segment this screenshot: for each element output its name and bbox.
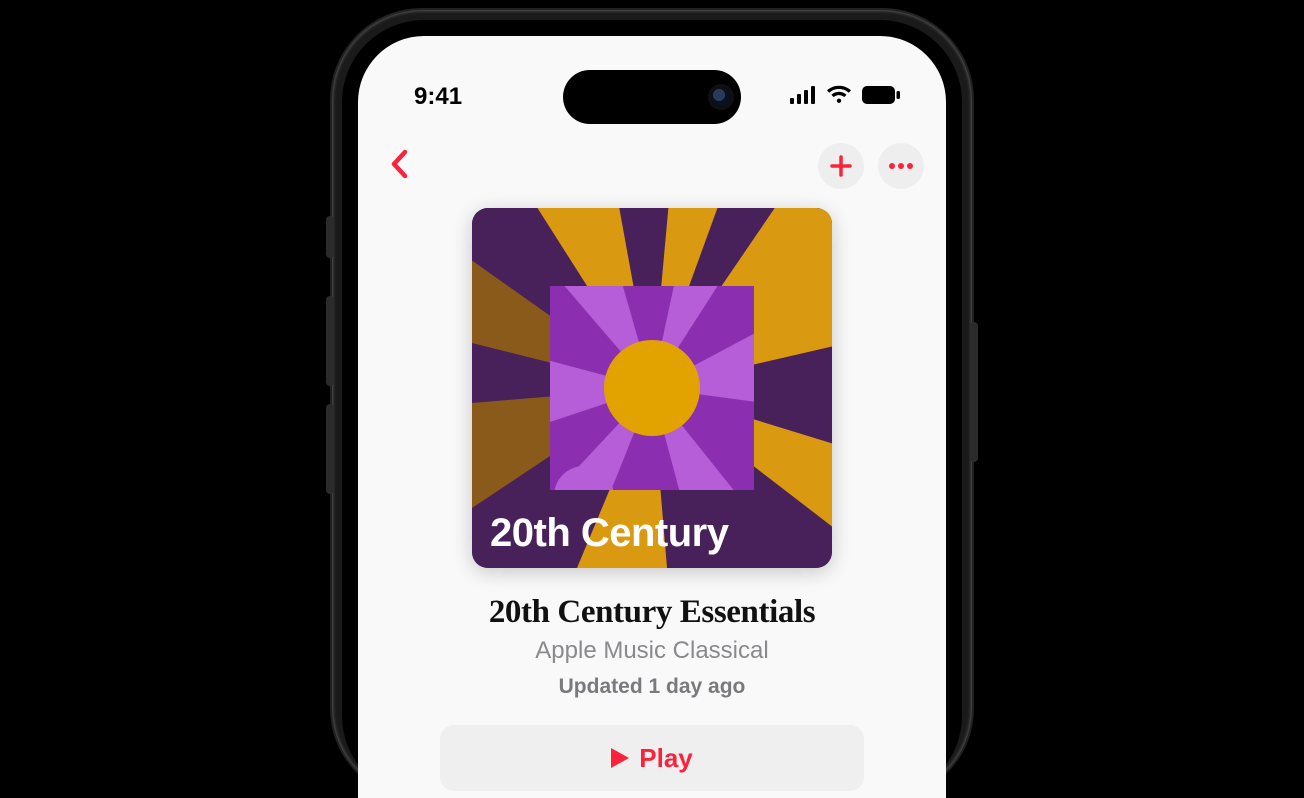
playlist-curator[interactable]: Apple Music Classical	[535, 637, 768, 665]
more-button[interactable]	[878, 143, 924, 189]
add-button[interactable]	[818, 143, 864, 189]
wifi-icon	[826, 83, 852, 111]
side-button	[970, 322, 978, 462]
battery-icon	[862, 83, 900, 111]
play-icon	[611, 748, 629, 768]
device-frame: 9:41	[332, 10, 972, 798]
plus-icon	[830, 155, 852, 177]
screen: 9:41	[358, 36, 946, 798]
ellipsis-icon	[888, 162, 914, 170]
status-time: 9:41	[414, 83, 462, 111]
play-label: Play	[639, 743, 693, 774]
front-camera-icon	[711, 87, 731, 107]
volume-down-button	[326, 404, 334, 494]
play-button[interactable]: Play	[440, 725, 864, 791]
playlist-artwork[interactable]: 20th Century	[472, 208, 832, 568]
playlist-content: 20th Century 20th Century Essentials App…	[358, 192, 946, 798]
chevron-left-icon	[390, 149, 408, 179]
dynamic-island	[563, 70, 741, 124]
volume-up-button	[326, 296, 334, 386]
playlist-title: 20th Century Essentials	[489, 594, 815, 631]
back-button[interactable]	[380, 143, 418, 190]
artwork-label: 20th Century	[490, 511, 729, 556]
cellular-icon	[790, 83, 816, 111]
nav-bar	[358, 136, 946, 196]
mute-switch	[326, 216, 334, 258]
playlist-updated: Updated 1 day ago	[559, 675, 746, 699]
